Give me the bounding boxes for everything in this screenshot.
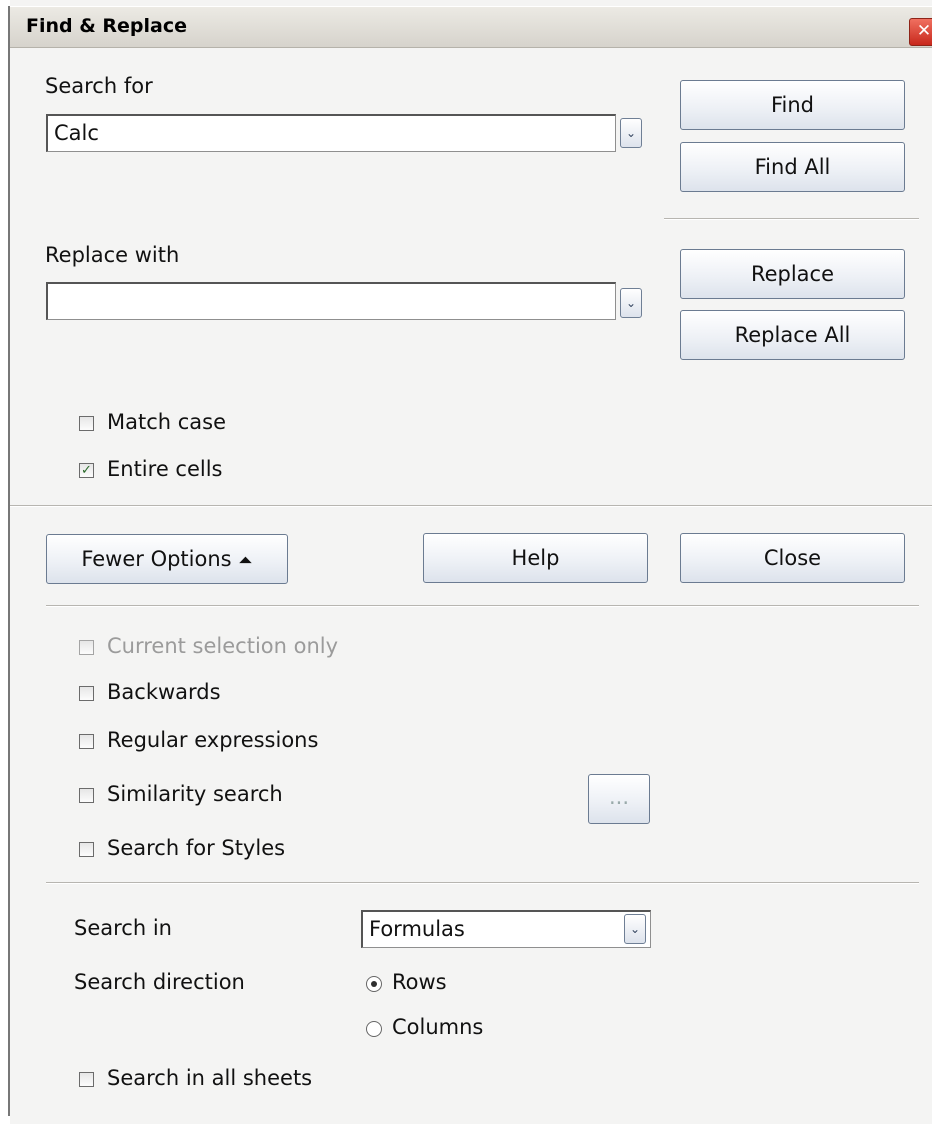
- columns-radio-label[interactable]: Columns: [392, 1015, 483, 1039]
- backwards-label[interactable]: Backwards: [107, 680, 221, 704]
- current-selection-only-label: Current selection only: [107, 634, 339, 658]
- replace-with-input[interactable]: [46, 282, 616, 320]
- similarity-search-label[interactable]: Similarity search: [107, 782, 283, 806]
- search-in-all-sheets-label[interactable]: Search in all sheets: [107, 1066, 312, 1090]
- rows-radio-label[interactable]: Rows: [392, 970, 447, 994]
- close-button[interactable]: Close: [680, 533, 905, 583]
- similarity-search-checkbox[interactable]: [79, 788, 94, 803]
- search-in-value: Formulas: [369, 917, 465, 941]
- search-direction-label: Search direction: [74, 970, 245, 994]
- radio-selected-dot: [371, 981, 377, 987]
- search-in-all-sheets-checkbox[interactable]: [79, 1072, 94, 1087]
- window-title: Find & Replace: [26, 15, 188, 37]
- search-for-styles-label[interactable]: Search for Styles: [107, 836, 285, 860]
- search-for-styles-checkbox[interactable]: [79, 842, 94, 857]
- fewer-options-button[interactable]: Fewer Options ⏶: [46, 534, 288, 584]
- search-in-label: Search in: [74, 916, 172, 940]
- window-close-icon[interactable]: ✕: [909, 18, 932, 46]
- search-in-select[interactable]: Formulas: [361, 910, 651, 948]
- replace-with-dropdown-button[interactable]: ⌄: [620, 288, 642, 318]
- fewer-options-label: Fewer Options: [81, 547, 232, 571]
- search-for-value: Calc: [54, 121, 99, 145]
- entire-cells-checkbox[interactable]: ✓: [79, 463, 94, 478]
- search-for-input[interactable]: Calc: [46, 114, 616, 152]
- match-case-checkbox[interactable]: [79, 416, 94, 431]
- entire-cells-label[interactable]: Entire cells: [107, 457, 223, 481]
- separator-options: [10, 505, 932, 507]
- search-for-label: Search for: [45, 74, 153, 98]
- separator-find: [664, 218, 919, 220]
- separator-more-options: [46, 605, 919, 607]
- backwards-checkbox[interactable]: [79, 686, 94, 701]
- separator-search-in: [46, 882, 919, 884]
- columns-radio[interactable]: [366, 1021, 382, 1037]
- replace-with-label: Replace with: [45, 243, 180, 267]
- replace-button[interactable]: Replace: [680, 249, 905, 299]
- window-left-edge: [0, 0, 10, 1124]
- rows-radio[interactable]: [366, 976, 382, 992]
- search-in-dropdown-button[interactable]: ⌄: [624, 914, 646, 944]
- similarity-options-button[interactable]: ...: [588, 774, 650, 824]
- find-button[interactable]: Find: [680, 80, 905, 130]
- match-case-label[interactable]: Match case: [107, 410, 226, 434]
- regular-expressions-checkbox[interactable]: [79, 734, 94, 749]
- replace-all-button[interactable]: Replace All: [680, 310, 905, 360]
- regular-expressions-label[interactable]: Regular expressions: [107, 728, 318, 752]
- help-button[interactable]: Help: [423, 533, 648, 583]
- current-selection-only-checkbox: [79, 640, 94, 655]
- collapse-arrow-icon: ⏶: [238, 550, 253, 571]
- find-all-button[interactable]: Find All: [680, 142, 905, 192]
- search-for-dropdown-button[interactable]: ⌄: [620, 118, 642, 148]
- title-bar[interactable]: Find & Replace ✕: [10, 6, 932, 48]
